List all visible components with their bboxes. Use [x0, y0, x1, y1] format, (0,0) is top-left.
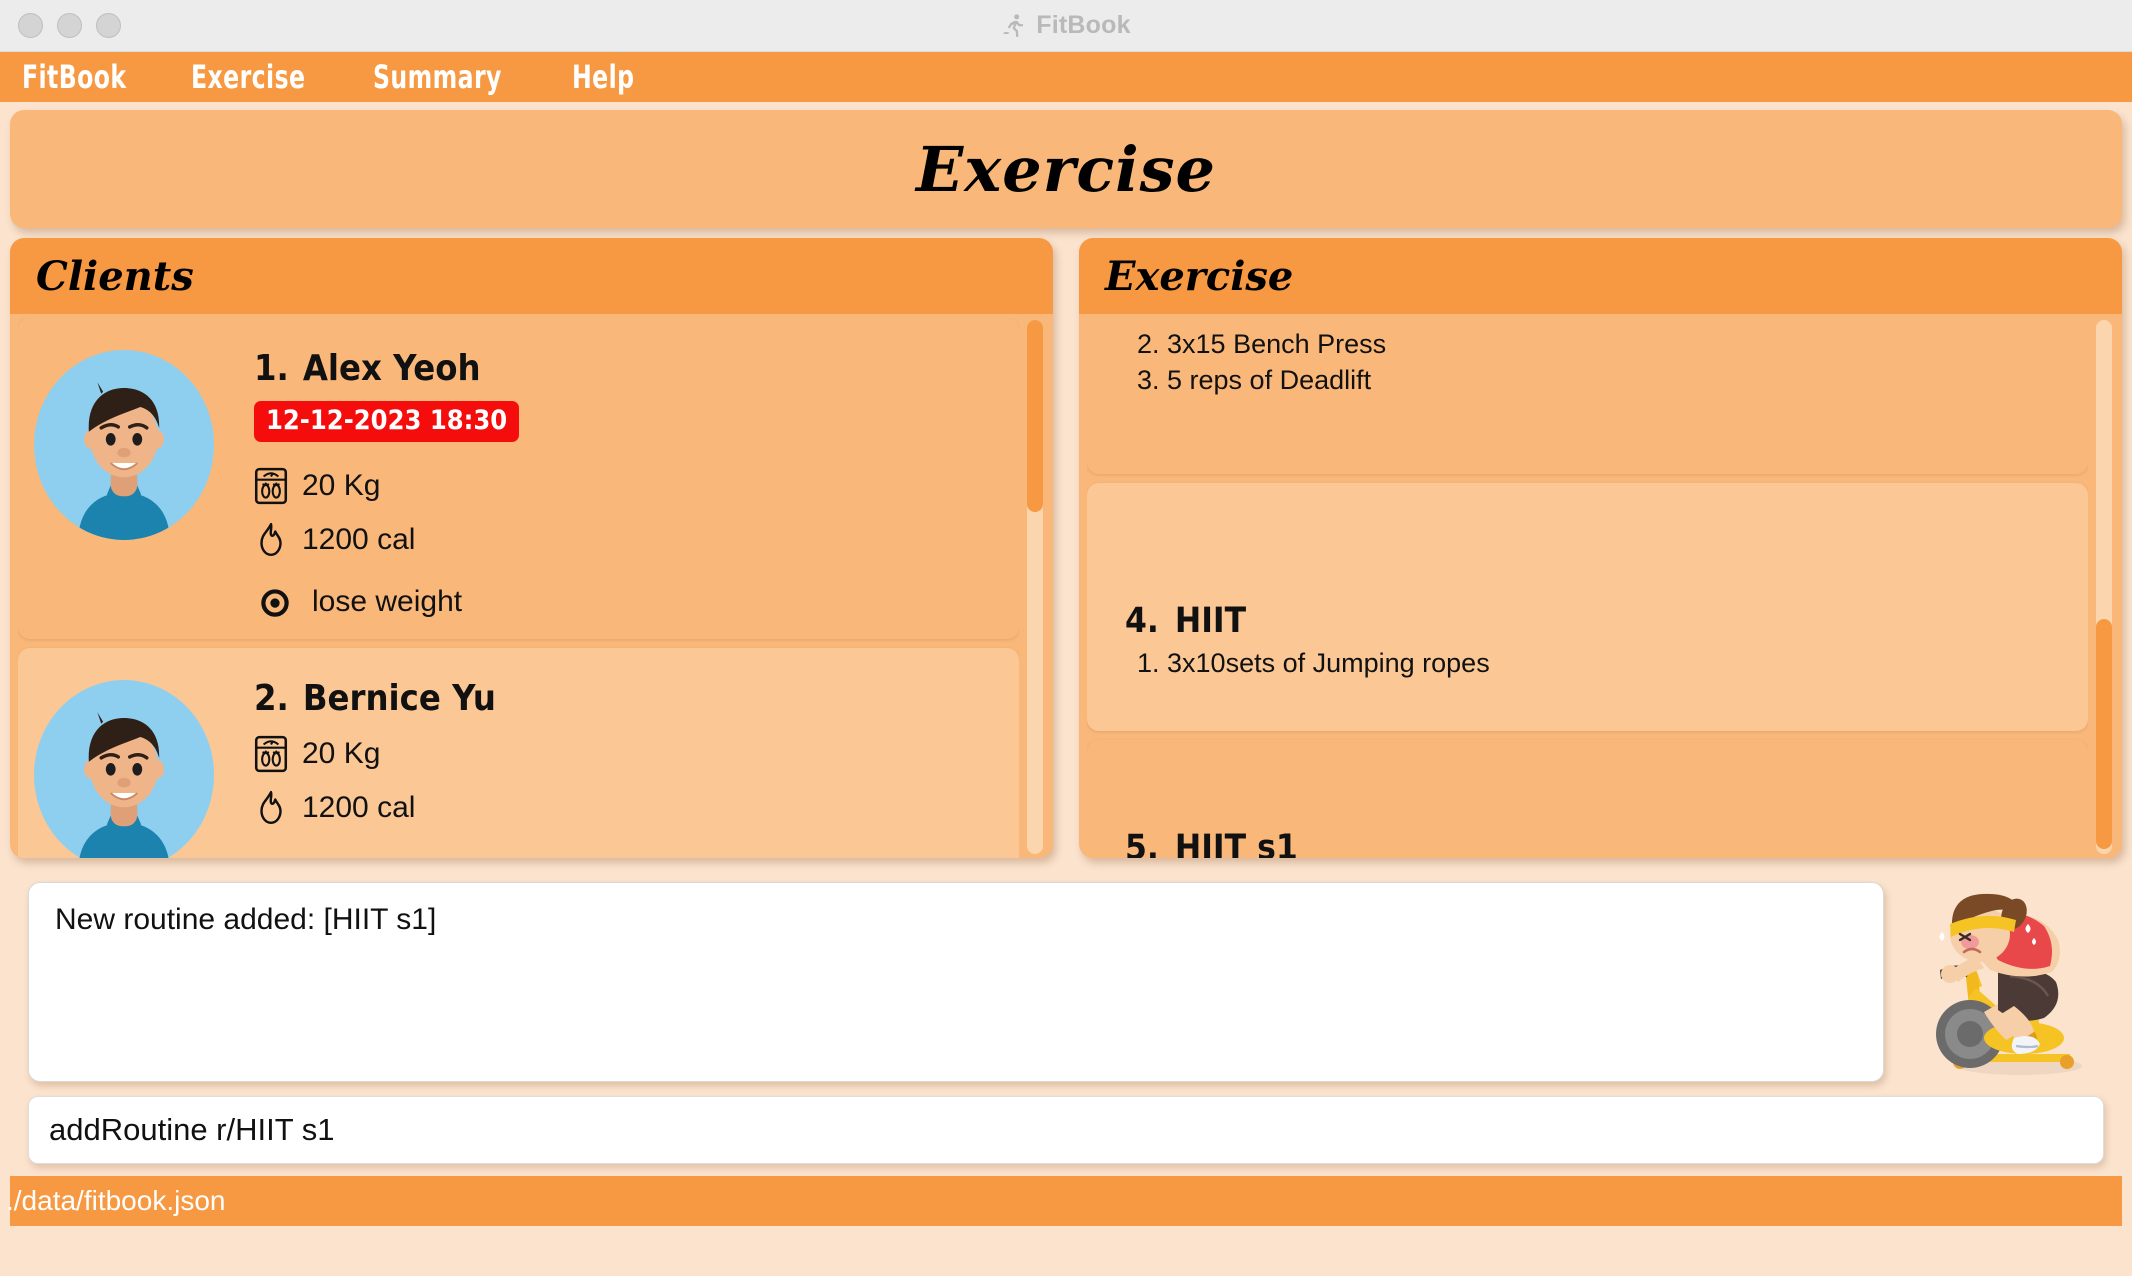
- window-title: FitBook: [1036, 11, 1131, 39]
- routine-step: 2. 3x15 Bench Press: [1137, 329, 1387, 359]
- window-title-group: FitBook: [0, 11, 2132, 40]
- client-goal-row: lose weight: [254, 583, 519, 621]
- window-controls[interactable]: [0, 13, 121, 38]
- avatar: [34, 680, 214, 858]
- exercise-panel-title: Exercise: [1105, 252, 1294, 300]
- client-calories: 1200 cal: [302, 791, 416, 824]
- menu-item-fitbook[interactable]: FitBook: [22, 58, 126, 96]
- client-index: 2.: [254, 678, 289, 719]
- routine-card[interactable]: 5. HIIT s1: [1087, 740, 2088, 858]
- status-bar: ./data/fitbook.json: [6, 1176, 2122, 1226]
- routine-title-row: [1125, 318, 2066, 322]
- client-card[interactable]: 2. Bernice Yu 20 Kg 1200 cal: [18, 648, 1019, 858]
- client-date-badge: 12-12-2023 18:30: [254, 401, 520, 442]
- exercise-panel-header: Exercise: [1079, 238, 2122, 314]
- routine-card[interactable]: 2. 3x15 Bench Press 3. 5 reps of Deadlif…: [1087, 318, 2088, 475]
- client-weight: 20 Kg: [302, 469, 381, 502]
- client-goal: lose weight: [312, 585, 463, 618]
- clients-panel-header: Clients: [10, 238, 1053, 314]
- clients-scrollbar-thumb[interactable]: [1027, 320, 1043, 513]
- command-input[interactable]: [28, 1096, 2104, 1164]
- client-calories-row: 1200 cal: [254, 521, 519, 559]
- clients-scrollbar[interactable]: [1027, 320, 1043, 854]
- exercise-panel: Exercise 2. 3x15 Bench Press 3. 5 reps o…: [1079, 238, 2122, 858]
- result-display: New routine added: [HIIT s1]: [28, 882, 1884, 1082]
- target-icon: [261, 589, 289, 617]
- clients-panel-body: 1. Alex Yeoh 12-12-2023 18:30 20 Kg 1200…: [10, 314, 1053, 858]
- menu-item-summary[interactable]: Summary: [373, 58, 502, 96]
- routine-steps: 1. 3x10sets of Jumping ropes: [1137, 645, 2066, 681]
- bottom-area: New routine added: [HIIT s1] addRoutine …: [6, 868, 2122, 1276]
- weighing-scale-icon: [254, 735, 288, 773]
- exercise-scrollbar-thumb[interactable]: [2096, 619, 2112, 849]
- client-weight-row: 20 Kg: [254, 735, 496, 773]
- client-name-row: 1. Alex Yeoh: [254, 348, 519, 389]
- routine-title-row: 5. HIIT s1: [1125, 828, 2066, 858]
- menu-item-help[interactable]: Help: [572, 58, 634, 96]
- avatar: [34, 350, 214, 540]
- routine-step: 3. 5 reps of Deadlift: [1137, 365, 1372, 396]
- clients-panel-title: Clients: [36, 252, 194, 300]
- minimize-button[interactable]: [57, 13, 82, 38]
- menu-item-exercise[interactable]: Exercise: [191, 58, 305, 96]
- routine-name: HIIT s1: [1174, 828, 1298, 858]
- panels-row: Clients 1. Alex Yeoh 12-12-2023 18:30 20…: [10, 238, 2122, 858]
- result-row: New routine added: [HIIT s1]: [10, 868, 2122, 1082]
- client-info: 2. Bernice Yu 20 Kg 1200 cal: [254, 662, 496, 827]
- page-title: Exercise: [916, 132, 1216, 206]
- running-person-icon: [1003, 13, 1024, 37]
- client-calories-row: 1200 cal: [254, 789, 496, 827]
- routine-name: HIIT: [1174, 601, 1247, 642]
- cyclist-illustration: [1898, 874, 2116, 1082]
- client-card[interactable]: 1. Alex Yeoh 12-12-2023 18:30 20 Kg 1200…: [18, 318, 1019, 639]
- window-titlebar: FitBook: [0, 0, 2132, 52]
- client-info: 1. Alex Yeoh 12-12-2023 18:30 20 Kg 1200…: [254, 332, 520, 621]
- command-wrapper: [10, 1082, 2122, 1164]
- routine-title-row: 4. HIIT: [1125, 601, 2066, 641]
- status-file-path: ./data/fitbook.json: [6, 1185, 226, 1216]
- client-weight: 20 Kg: [302, 737, 381, 770]
- weighing-scale-icon: [254, 467, 288, 505]
- app-window: FitBook FitBook Exercise Summary Help Ex…: [0, 0, 2132, 1276]
- exercise-panel-body: 2. 3x15 Bench Press 3. 5 reps of Deadlif…: [1079, 314, 2122, 858]
- maximize-button[interactable]: [96, 13, 121, 38]
- exercise-list: 2. 3x15 Bench Press 3. 5 reps of Deadlif…: [1087, 318, 2088, 858]
- routine-steps: 2. 3x15 Bench Press 3. 5 reps of Deadlif…: [1137, 326, 2066, 398]
- exercise-scrollbar[interactable]: [2096, 320, 2112, 854]
- client-name-row: 2. Bernice Yu: [254, 678, 496, 719]
- clients-list: 1. Alex Yeoh 12-12-2023 18:30 20 Kg 1200…: [18, 318, 1019, 858]
- page-title-banner: Exercise: [10, 110, 2122, 228]
- routine-index: 4.: [1125, 601, 1159, 642]
- client-calories: 1200 cal: [302, 523, 416, 556]
- client-name: Alex Yeoh: [302, 348, 481, 389]
- client-name: Bernice Yu: [302, 678, 496, 719]
- main-content: Exercise Clients 1. Alex Yeoh 12-12-2023…: [0, 102, 2132, 1276]
- result-message: New routine added: [HIIT s1]: [55, 903, 437, 936]
- routine-index: 5.: [1125, 828, 1159, 858]
- routine-card[interactable]: 4. HIIT 1. 3x10sets of Jumping ropes: [1087, 483, 2088, 732]
- menu-bar: FitBook Exercise Summary Help: [0, 52, 2132, 102]
- client-weight-row: 20 Kg: [254, 467, 519, 505]
- flame-icon: [260, 522, 282, 556]
- close-button[interactable]: [18, 13, 43, 38]
- clients-panel: Clients 1. Alex Yeoh 12-12-2023 18:30 20…: [10, 238, 1053, 858]
- routine-step: 1. 3x10sets of Jumping ropes: [1137, 648, 1490, 679]
- client-index: 1.: [254, 348, 289, 389]
- flame-icon: [260, 790, 282, 824]
